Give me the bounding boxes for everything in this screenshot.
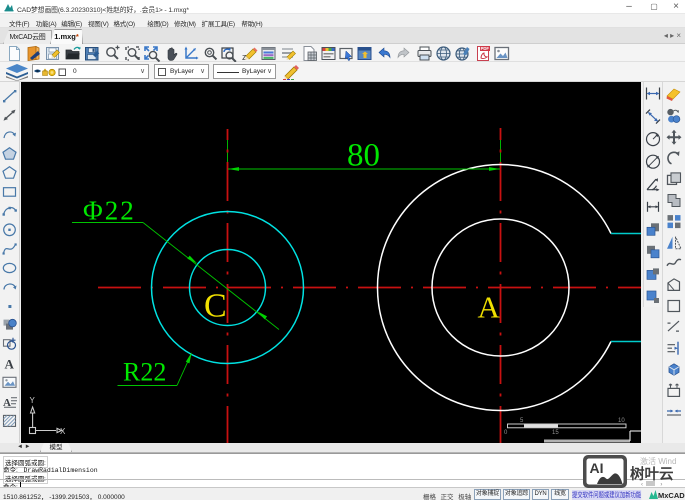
svg-text:A: A (478, 290, 501, 325)
svg-text:10: 10 (618, 418, 625, 424)
svg-text:PDF: PDF (481, 46, 490, 51)
svg-text:AI: AI (590, 460, 604, 476)
svg-text:A: A (5, 357, 15, 372)
svg-text:80: 80 (347, 138, 380, 174)
svg-text:Y: Y (30, 396, 36, 405)
svg-text:15: 15 (552, 430, 559, 436)
svg-text:5: 5 (520, 418, 524, 424)
svg-text:X: X (60, 427, 66, 436)
svg-text:0: 0 (504, 430, 508, 436)
svg-text:C: C (204, 288, 227, 325)
svg-text:R22: R22 (123, 358, 166, 387)
svg-text:Φ22: Φ22 (83, 196, 136, 226)
